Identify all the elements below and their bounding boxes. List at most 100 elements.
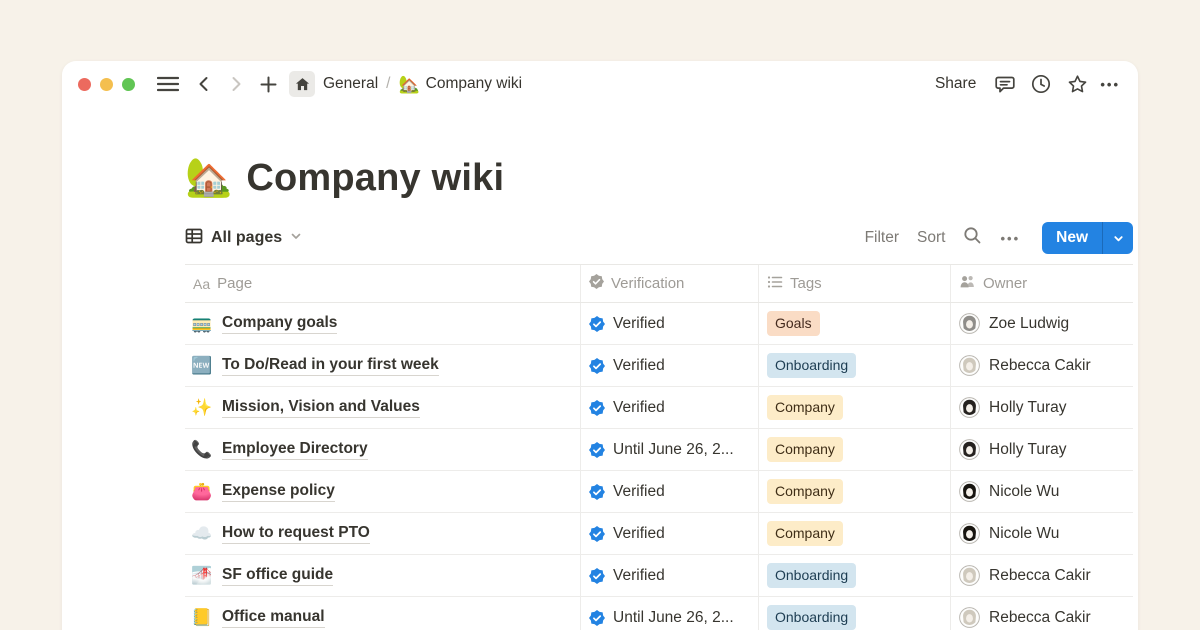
owner-cell[interactable]: Zoe Ludwig (950, 303, 1133, 344)
tags-cell[interactable]: Onboarding (758, 345, 950, 386)
window-topbar: General / 🏡 Company wiki Share ••• (62, 61, 1138, 107)
page-link[interactable]: Company goals (222, 314, 337, 334)
owner-cell[interactable]: Nicole Wu (950, 513, 1133, 554)
new-button-label[interactable]: New (1042, 222, 1102, 254)
tags-cell[interactable]: Onboarding (758, 597, 950, 630)
verification-seal-icon (589, 274, 604, 293)
page-cell[interactable]: 🆕 To Do/Read in your first week (185, 345, 580, 386)
verification-cell[interactable]: Verified (580, 345, 758, 386)
tags-cell[interactable]: Company (758, 429, 950, 470)
table-header-row: Aa Page Verification Tags (185, 265, 1133, 303)
traffic-lights (78, 78, 135, 91)
owner-name: Rebecca Cakir (989, 567, 1091, 585)
verification-cell[interactable]: Verified (580, 513, 758, 554)
filter-button[interactable]: Filter (865, 229, 899, 247)
verified-badge-icon (589, 484, 605, 500)
page-link[interactable]: How to request PTO (222, 524, 370, 544)
verified-badge-icon (589, 400, 605, 416)
page-title[interactable]: Company wiki (246, 157, 504, 200)
verification-cell[interactable]: Verified (580, 471, 758, 512)
page-link[interactable]: SF office guide (222, 566, 333, 586)
page-cell[interactable]: 📞 Employee Directory (185, 429, 580, 470)
page-content: 🏡 Company wiki All pages Filter Sort (185, 151, 1133, 630)
page-link[interactable]: Expense policy (222, 482, 335, 502)
people-icon (959, 274, 976, 293)
page-title-row: 🏡 Company wiki (185, 151, 1133, 205)
table-row: 🚃 Company goals Verified Goals Zoe Ludwi… (185, 303, 1133, 345)
sort-button[interactable]: Sort (917, 229, 945, 247)
owner-cell[interactable]: Holly Turay (950, 429, 1133, 470)
comments-icon[interactable] (992, 71, 1018, 97)
sidebar-menu-icon[interactable] (155, 71, 181, 97)
new-button[interactable]: New (1042, 222, 1133, 254)
wiki-table: Aa Page Verification Tags (185, 264, 1133, 630)
owner-cell[interactable]: Nicole Wu (950, 471, 1133, 512)
owner-cell[interactable]: Rebecca Cakir (950, 597, 1133, 630)
new-page-icon[interactable] (255, 71, 281, 97)
verification-cell[interactable]: Verified (580, 303, 758, 344)
chevron-down-icon (290, 229, 302, 247)
nav-back-icon[interactable] (191, 71, 217, 97)
view-switcher[interactable]: All pages (185, 227, 302, 250)
page-emoji[interactable]: 🏡 (185, 159, 232, 197)
tag-pill: Goals (767, 311, 820, 335)
page-cell[interactable]: 🌁 SF office guide (185, 555, 580, 596)
owner-name: Nicole Wu (989, 525, 1059, 543)
close-window-button[interactable] (78, 78, 91, 91)
owner-name: Nicole Wu (989, 483, 1059, 501)
avatar (959, 313, 980, 334)
breadcrumb-page-title[interactable]: Company wiki (426, 75, 522, 93)
page-cell[interactable]: ☁️ How to request PTO (185, 513, 580, 554)
verification-cell[interactable]: Until June 26, 2... (580, 597, 758, 630)
page-cell[interactable]: 🚃 Company goals (185, 303, 580, 344)
favorite-star-icon[interactable] (1064, 71, 1090, 97)
verification-cell[interactable]: Verified (580, 555, 758, 596)
column-label: Owner (983, 275, 1027, 292)
search-icon[interactable] (963, 226, 982, 250)
page-link[interactable]: Employee Directory (222, 440, 368, 460)
page-cell[interactable]: ✨ Mission, Vision and Values (185, 387, 580, 428)
nav-forward-icon[interactable] (223, 71, 249, 97)
screenshot-canvas: General / 🏡 Company wiki Share ••• (0, 0, 1200, 630)
column-label: Verification (611, 275, 684, 292)
updates-clock-icon[interactable] (1028, 71, 1054, 97)
tags-cell[interactable]: Company (758, 387, 950, 428)
page-link[interactable]: Mission, Vision and Values (222, 398, 420, 418)
new-button-caret-icon[interactable] (1103, 222, 1133, 254)
page-cell[interactable]: 📒 Office manual (185, 597, 580, 630)
app-window: General / 🏡 Company wiki Share ••• (62, 61, 1138, 630)
tags-cell[interactable]: Company (758, 471, 950, 512)
verification-cell[interactable]: Until June 26, 2... (580, 429, 758, 470)
page-link[interactable]: Office manual (222, 608, 325, 628)
column-header-tags[interactable]: Tags (758, 265, 950, 302)
owner-cell[interactable]: Holly Turay (950, 387, 1133, 428)
table-row: 📒 Office manual Until June 26, 2... Onbo… (185, 597, 1133, 630)
minimize-window-button[interactable] (100, 78, 113, 91)
share-button[interactable]: Share (935, 75, 976, 93)
verified-badge-icon (589, 316, 605, 332)
page-cell[interactable]: 👛 Expense policy (185, 471, 580, 512)
verification-text: Until June 26, 2... (613, 441, 734, 459)
verification-text: Verified (613, 567, 665, 585)
more-options-icon[interactable]: ••• (1100, 77, 1120, 92)
tags-cell[interactable]: Company (758, 513, 950, 554)
owner-name: Rebecca Cakir (989, 357, 1091, 375)
owner-name: Zoe Ludwig (989, 315, 1069, 333)
verified-badge-icon (589, 358, 605, 374)
column-header-page[interactable]: Aa Page (185, 265, 580, 302)
view-more-icon[interactable]: ••• (1000, 231, 1020, 246)
owner-name: Holly Turay (989, 441, 1067, 459)
column-header-verification[interactable]: Verification (580, 265, 758, 302)
page-icon: ☁️ (191, 525, 213, 542)
breadcrumb-root[interactable]: General (323, 75, 378, 93)
owner-cell[interactable]: Rebecca Cakir (950, 345, 1133, 386)
column-header-owner[interactable]: Owner (950, 265, 1133, 302)
home-icon[interactable] (289, 71, 315, 97)
verification-text: Verified (613, 357, 665, 375)
verification-cell[interactable]: Verified (580, 387, 758, 428)
page-link[interactable]: To Do/Read in your first week (222, 356, 439, 376)
zoom-window-button[interactable] (122, 78, 135, 91)
owner-cell[interactable]: Rebecca Cakir (950, 555, 1133, 596)
tags-cell[interactable]: Onboarding (758, 555, 950, 596)
tags-cell[interactable]: Goals (758, 303, 950, 344)
